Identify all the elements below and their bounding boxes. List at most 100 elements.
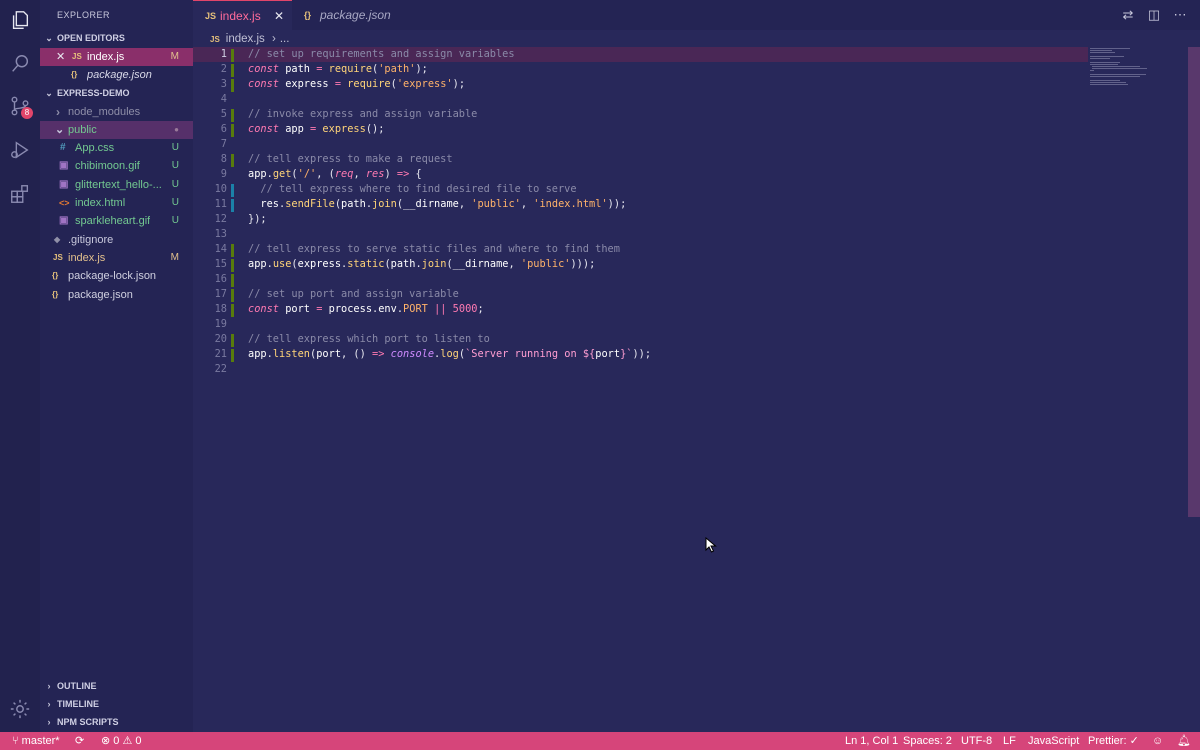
minimap[interactable] <box>1088 47 1188 87</box>
npm-scripts-header[interactable]: › NPM SCRIPTS <box>40 713 193 731</box>
code-line[interactable]: 4 <box>193 92 1088 107</box>
breadcrumb-file[interactable]: index.js <box>226 33 265 45</box>
vertical-scrollbar[interactable] <box>1188 47 1200 517</box>
activity-bar: 8 <box>0 0 40 732</box>
git-added-marker <box>231 49 234 62</box>
split-editor-icon[interactable]: ◫ <box>1146 7 1162 23</box>
git-status: U <box>171 179 179 190</box>
tree-app-css[interactable]: # App.css U <box>40 139 193 157</box>
language-mode[interactable]: JavaScript <box>1028 732 1079 750</box>
code-line[interactable]: 10 // tell express where to find desired… <box>193 182 1088 197</box>
code-line[interactable]: 20// tell express which port to listen t… <box>193 332 1088 347</box>
tree-package-lock-json[interactable]: {} package-lock.json <box>40 267 193 285</box>
code-line[interactable]: 15 app.use(express.static(path.join(__dir… <box>193 257 1088 272</box>
tree-chibimoon-gif[interactable]: ▣ chibimoon.gif U <box>40 157 193 175</box>
folder-name: node_modules <box>68 106 141 118</box>
prettier-status[interactable]: Prettier: ✓ <box>1088 732 1139 750</box>
code-editor[interactable]: 1// set up requirements and assign varia… <box>193 47 1088 377</box>
run-debug-icon[interactable] <box>8 138 32 162</box>
breadcrumb-separator: › <box>272 33 276 45</box>
file-name: index.js <box>68 252 106 264</box>
notifications-icon[interactable]: 🔔︎ <box>1177 732 1191 750</box>
code-line[interactable]: 18 const port = process.env.PORT || 5000; <box>193 302 1088 317</box>
tree-node-modules[interactable]: › node_modules <box>40 103 193 121</box>
code-line[interactable]: 1// set up requirements and assign varia… <box>193 47 1088 62</box>
modified-dot: ● <box>174 125 179 134</box>
file-name: glittertext_hello-... <box>75 179 162 191</box>
code-line[interactable]: 5// invoke express and assign variable <box>193 107 1088 122</box>
end-of-line[interactable]: LF <box>1003 732 1016 750</box>
tree-package-json[interactable]: {} package.json <box>40 286 193 304</box>
encoding[interactable]: UTF-8 <box>961 732 992 750</box>
file-name: sparkleheart.gif <box>75 215 151 227</box>
code-line[interactable]: 11 res.sendFile(path.join(__dirname, 'pu… <box>193 197 1088 212</box>
js-file-icon: JS <box>53 253 63 262</box>
code-line[interactable]: 22 <box>193 362 1088 377</box>
tab-index-js[interactable]: JS index.js ✕ <box>193 0 292 30</box>
project-header[interactable]: ⌄ EXPRESS-DEMO <box>40 84 193 102</box>
cursor-position[interactable]: Ln 1, Col 1 <box>845 732 898 750</box>
code-line[interactable]: 13 <box>193 227 1088 242</box>
problems-indicator[interactable]: ⊗ 0 ⚠ 0 <box>101 732 142 750</box>
code-line[interactable]: 14// tell express to serve static files … <box>193 242 1088 257</box>
tree-index-html[interactable]: <> index.html U <box>40 194 193 212</box>
file-name: chibimoon.gif <box>75 160 140 172</box>
json-file-icon: {} <box>304 10 312 20</box>
feedback-icon[interactable]: ☺ <box>1152 732 1163 750</box>
timeline-header[interactable]: › TIMELINE <box>40 695 193 713</box>
indentation[interactable]: Spaces: 2 <box>903 732 952 750</box>
files-icon[interactable] <box>8 8 32 32</box>
code-line[interactable]: 17// set up port and assign variable <box>193 287 1088 302</box>
search-icon[interactable] <box>8 52 32 76</box>
git-status: U <box>171 197 179 208</box>
code-line[interactable]: 6 const app = express(); <box>193 122 1088 137</box>
js-file-icon: JS <box>210 35 220 44</box>
sync-icon[interactable]: ⟳ <box>75 732 84 750</box>
code-line[interactable]: 8// tell express to make a request <box>193 152 1088 167</box>
tab-package-json[interactable]: {} package.json <box>293 0 403 30</box>
gear-icon[interactable] <box>8 697 32 721</box>
warning-icon: ⚠ <box>122 735 133 747</box>
git-status: M <box>170 51 179 62</box>
git-status: U <box>171 215 179 226</box>
code-line[interactable]: 12}); <box>193 212 1088 227</box>
branch-indicator[interactable]: ⑂ master* <box>12 732 60 750</box>
tree-sparkleheart-gif[interactable]: ▣ sparkleheart.gif U <box>40 212 193 230</box>
breadcrumb-rest[interactable]: ... <box>280 33 290 45</box>
file-name: index.js <box>87 51 125 63</box>
outline-header[interactable]: › OUTLINE <box>40 677 193 695</box>
chevron-down-icon: ⌄ <box>45 33 53 43</box>
tree-index-js[interactable]: JS index.js M <box>40 249 193 267</box>
extensions-icon[interactable] <box>8 182 32 206</box>
branch-icon: ⑂ <box>12 735 19 747</box>
more-actions-icon[interactable]: ⋯ <box>1172 7 1188 23</box>
close-icon[interactable]: ✕ <box>56 48 65 66</box>
chevron-down-icon: ⌄ <box>55 124 65 136</box>
code-line[interactable]: 9 app.get('/', (req, res) => { <box>193 167 1088 182</box>
open-changes-icon[interactable]: ⇄ <box>1120 7 1136 23</box>
tree-public[interactable]: ⌄ public ● <box>40 121 193 139</box>
code-line[interactable]: 21 app.listen(port, () => console.log(`Se… <box>193 347 1088 362</box>
tree-glittertext-gif[interactable]: ▣ glittertext_hello-... U <box>40 176 193 194</box>
file-name: App.css <box>75 142 115 154</box>
tree-gitignore[interactable]: ◆ .gitignore <box>40 231 193 249</box>
git-status: M <box>170 252 179 263</box>
tab-bar: JS index.js ✕ {} package.json ⇄ ◫ ⋯ <box>193 0 1200 30</box>
tab-label: package.json <box>320 8 391 22</box>
open-editor-index-js[interactable]: ✕ JS index.js M <box>40 48 193 66</box>
code-line[interactable]: 16 <box>193 272 1088 287</box>
chevron-right-icon: › <box>47 699 51 709</box>
json-file-icon: {} <box>52 271 59 280</box>
code-line[interactable]: 7 <box>193 137 1088 152</box>
code-line[interactable]: 19 <box>193 317 1088 332</box>
open-editor-package-json[interactable]: {} package.json <box>40 66 193 84</box>
close-icon[interactable]: ✕ <box>274 1 284 31</box>
folder-name: public <box>68 124 97 136</box>
breadcrumb[interactable]: JS index.js ›... <box>210 31 289 47</box>
chevron-right-icon: › <box>47 681 51 691</box>
code-line[interactable]: 3 const express = require('express'); <box>193 77 1088 92</box>
code-line[interactable]: 2 const path = require('path'); <box>193 62 1088 77</box>
file-name: .gitignore <box>68 234 114 246</box>
image-file-icon: ▣ <box>59 215 69 226</box>
open-editors-header[interactable]: ⌄ OPEN EDITORS <box>40 29 193 47</box>
